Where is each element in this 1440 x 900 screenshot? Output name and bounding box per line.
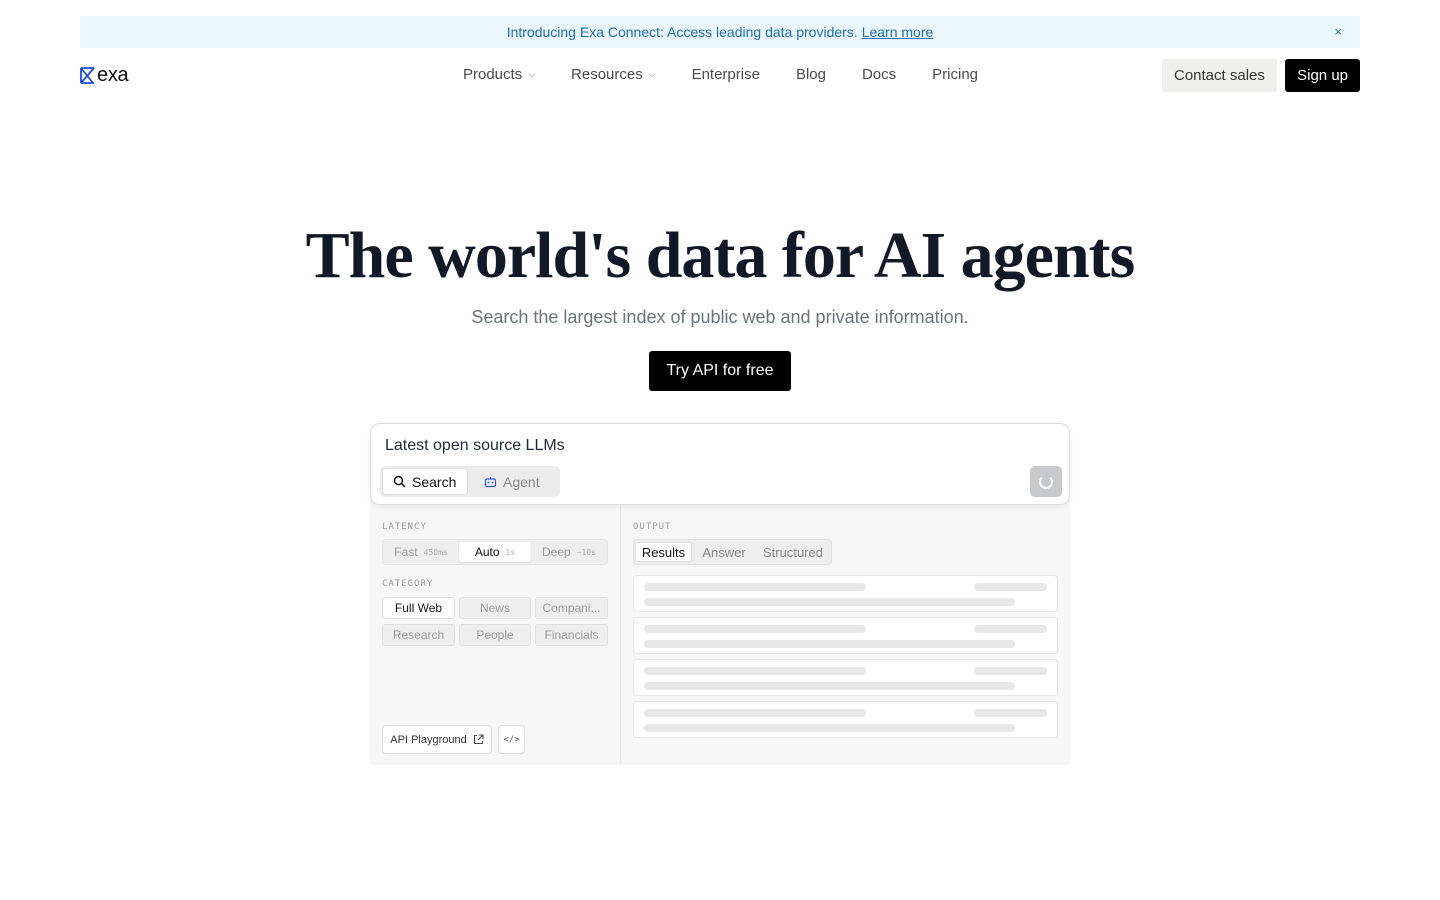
chevron-down-icon: ⌵	[528, 69, 536, 79]
search-query-input[interactable]: Latest open source LLMs	[385, 437, 565, 455]
latency-deep[interactable]: Deep ~10s	[533, 542, 605, 562]
nav-resources-label: Resources	[571, 66, 643, 83]
result-skeleton	[633, 701, 1058, 738]
api-playground-button[interactable]: API Playground	[382, 725, 492, 754]
latency-deep-label: Deep	[542, 545, 571, 559]
output-label: OUTPUT	[633, 522, 672, 532]
logo[interactable]: exa	[80, 64, 129, 87]
nav-docs[interactable]: Docs	[862, 66, 896, 83]
hero-subtitle: Search the largest index of public web a…	[471, 307, 969, 327]
result-skeleton	[633, 617, 1058, 654]
announcement-banner: Introducing Exa Connect: Access leading …	[80, 16, 1360, 48]
agent-mode-label: Agent	[503, 473, 540, 490]
latency-fast-sub: 450ms	[423, 547, 448, 557]
logo-text: exa	[97, 64, 129, 86]
category-research[interactable]: Research	[382, 624, 455, 646]
code-button[interactable]: </>	[498, 725, 525, 754]
latency-fast-label: Fast	[394, 545, 418, 559]
nav-blog[interactable]: Blog	[796, 66, 826, 83]
skeleton-meta-bar	[974, 625, 1047, 633]
search-mode-button[interactable]: Search	[382, 468, 468, 495]
latency-deep-sub: ~10s	[576, 547, 596, 557]
latency-label: LATENCY	[382, 522, 427, 532]
category-news[interactable]: News	[459, 597, 531, 619]
sign-up-button[interactable]: Sign up	[1285, 59, 1360, 92]
skeleton-line-bar	[644, 640, 1015, 648]
close-icon[interactable]: ×	[1334, 24, 1342, 39]
chevron-down-icon: ⌵	[648, 69, 656, 79]
category-label: CATEGORY	[382, 579, 434, 589]
tab-structured[interactable]: Structured	[756, 542, 830, 562]
category-financials[interactable]: Financials	[535, 624, 608, 646]
skeleton-meta-bar	[974, 583, 1047, 591]
skeleton-title-bar	[644, 625, 866, 633]
banner-text: Introducing Exa Connect: Access leading …	[506, 24, 858, 40]
nav-products[interactable]: Products ⌵	[463, 66, 535, 83]
nav-pricing[interactable]: Pricing	[932, 66, 978, 83]
result-skeleton	[633, 575, 1058, 612]
nav-resources[interactable]: Resources ⌵	[571, 66, 656, 83]
skeleton-title-bar	[644, 667, 866, 675]
result-skeleton	[633, 659, 1058, 696]
exa-logo-icon	[80, 67, 95, 84]
skeleton-line-bar	[644, 598, 1015, 606]
category-companies[interactable]: Compani...	[535, 597, 608, 619]
try-api-button[interactable]: Try API for free	[649, 351, 791, 391]
search-card: Latest open source LLMs Search Agent	[370, 423, 1070, 505]
nav-products-label: Products	[463, 66, 523, 83]
latency-auto-sub: 1s	[505, 547, 516, 557]
skeleton-title-bar	[644, 583, 866, 591]
spinner-icon	[1039, 474, 1053, 489]
mode-toggle: Search Agent	[380, 466, 560, 497]
latency-auto-label: Auto	[474, 545, 500, 559]
agent-icon	[484, 476, 497, 487]
tab-results[interactable]: Results	[635, 542, 692, 562]
hero-title: The world's data for AI agents	[305, 219, 1136, 292]
latency-fast[interactable]: Fast 450ms	[385, 542, 457, 562]
nav-enterprise[interactable]: Enterprise	[692, 66, 760, 83]
api-playground-label: API Playground	[390, 733, 467, 746]
output-tabs: Results Answer Structured	[633, 539, 832, 565]
agent-mode-button[interactable]: Agent	[484, 468, 540, 495]
search-icon	[393, 475, 406, 488]
main-menu: Products ⌵ Resources ⌵ Enterprise Blog D…	[463, 66, 978, 83]
search-mode-label: Search	[412, 473, 457, 490]
skeleton-line-bar	[644, 682, 1015, 690]
learn-more-link[interactable]: Learn more	[862, 24, 934, 40]
top-navigation: exa Products ⌵ Resources ⌵ Enterprise Bl…	[80, 56, 1360, 96]
panel-divider	[620, 505, 621, 765]
category-people[interactable]: People	[459, 624, 531, 646]
skeleton-meta-bar	[974, 667, 1047, 675]
category-full-web[interactable]: Full Web	[382, 597, 455, 619]
contact-sales-button[interactable]: Contact sales	[1162, 59, 1277, 92]
skeleton-meta-bar	[974, 709, 1047, 717]
skeleton-title-bar	[644, 709, 866, 717]
external-link-icon	[473, 734, 484, 745]
skeleton-line-bar	[644, 724, 1015, 732]
latency-selector: Fast 450ms Auto 1s Deep ~10s	[382, 539, 608, 565]
tab-answer[interactable]: Answer	[696, 542, 752, 562]
latency-auto[interactable]: Auto 1s	[459, 542, 531, 562]
submit-search-button[interactable]	[1030, 466, 1062, 497]
